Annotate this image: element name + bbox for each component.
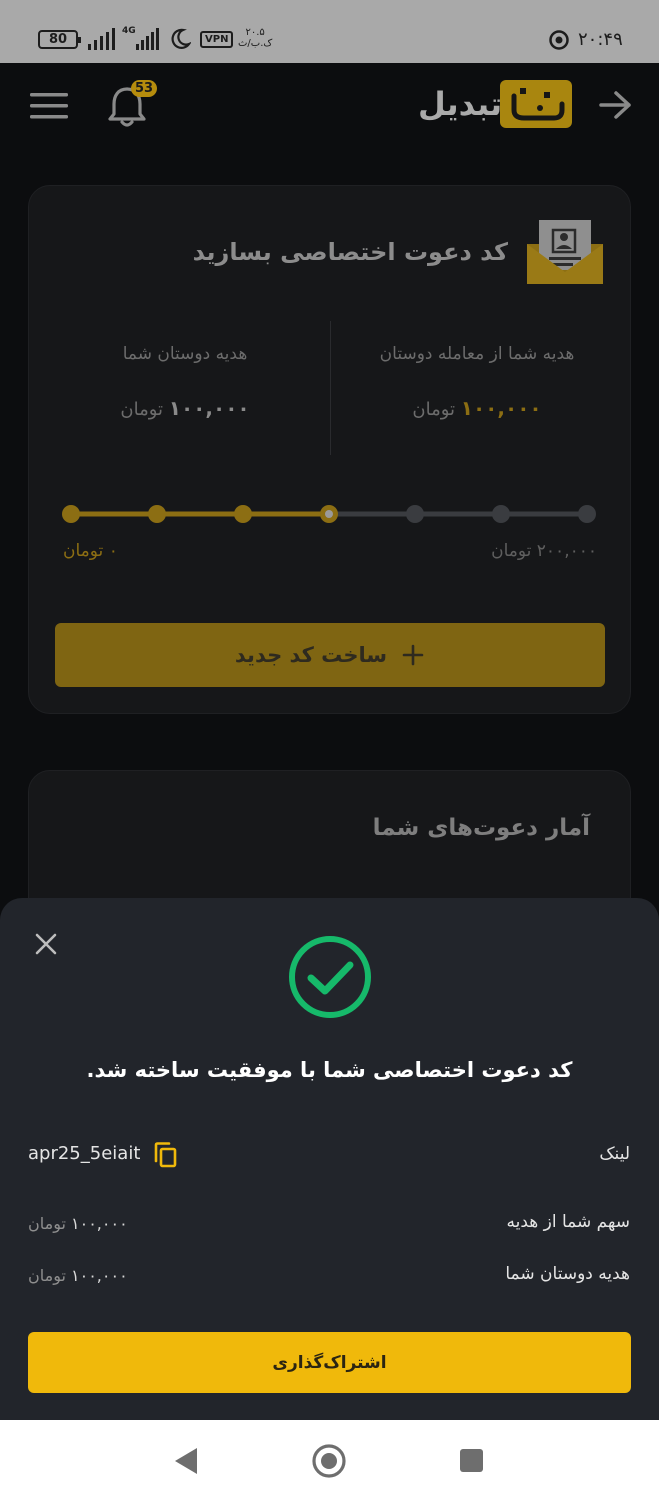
link-label: لینک bbox=[599, 1144, 630, 1164]
envelope-icon bbox=[527, 220, 603, 284]
check-circle-icon bbox=[289, 936, 371, 1018]
reward-progress-bar bbox=[62, 505, 596, 523]
your-gift-value: ۱۰۰,۰۰۰ تومان bbox=[347, 396, 607, 420]
progress-step-dot bbox=[578, 505, 596, 523]
currency-label: تومان bbox=[28, 1214, 66, 1233]
share-of-gift-value: ۱۰۰,۰۰۰ تومان bbox=[28, 1214, 128, 1233]
invite-code-card: کد دعوت اختصاصی بسازید هدیه شما از معامل… bbox=[28, 185, 631, 714]
app-header: 53 تبدیل bbox=[0, 63, 659, 153]
progress-step-dot bbox=[492, 505, 510, 523]
progress-step-dot bbox=[62, 505, 80, 523]
nav-back-icon[interactable] bbox=[173, 1446, 199, 1476]
currency-label: تومان bbox=[120, 399, 164, 420]
friends-gift-label: هدیه دوستان شما bbox=[122, 344, 248, 364]
speed-unit: ک.ب/ث bbox=[238, 38, 273, 49]
stats-title: آمار دعوت‌های شما bbox=[372, 815, 590, 841]
status-bar: 80 4G VPN ۲۰.۵ ک.ب/ث ۲۰:۴۹ bbox=[0, 0, 659, 63]
close-icon[interactable] bbox=[33, 931, 59, 957]
copy-icon[interactable] bbox=[152, 1141, 178, 1169]
your-gift-amount: ۱۰۰,۰۰۰ bbox=[460, 396, 542, 420]
network-speed: ۲۰.۵ ک.ب/ث bbox=[238, 27, 272, 49]
invite-code-value[interactable]: apr25_5eiait bbox=[28, 1143, 140, 1164]
currency-label: تومان bbox=[412, 399, 456, 420]
battery-indicator: 80 bbox=[38, 30, 81, 49]
your-gift-label: هدیه شما از معامله دوستان bbox=[379, 344, 575, 364]
plus-icon bbox=[402, 644, 424, 666]
share-of-gift-amount: ۱۰۰,۰۰۰ bbox=[71, 1214, 128, 1233]
signal-icon bbox=[88, 28, 115, 50]
sheet-title: کد دعوت اختصاصی شما با موفقیت ساخته شد. bbox=[86, 1058, 573, 1082]
moon-icon bbox=[171, 28, 191, 49]
share-button[interactable]: اشتراک‌گذاری bbox=[28, 1332, 631, 1393]
friends-gift-value: ۱۰۰,۰۰۰ تومان bbox=[55, 396, 315, 420]
nav-home-icon[interactable] bbox=[311, 1443, 347, 1479]
network-type: 4G bbox=[122, 26, 136, 36]
share-of-gift-label: سهم شما از هدیه bbox=[506, 1212, 630, 1232]
clock: ۲۰:۴۹ bbox=[578, 29, 623, 50]
speed-value: ۲۰.۵ bbox=[245, 27, 265, 38]
new-code-button[interactable]: ساخت کد جدید bbox=[55, 623, 605, 687]
friends-gift-row-value: ۱۰۰,۰۰۰ تومان bbox=[28, 1266, 128, 1285]
menu-icon[interactable] bbox=[30, 93, 68, 119]
progress-max-label: ۲۰۰,۰۰۰ تومان bbox=[491, 541, 597, 561]
progress-min-label: ۰ تومان bbox=[63, 541, 118, 561]
nav-recents-icon[interactable] bbox=[459, 1448, 484, 1473]
signal-icon-2 bbox=[136, 28, 159, 50]
back-arrow-icon[interactable] bbox=[597, 90, 633, 120]
progress-step-dot bbox=[406, 505, 424, 523]
progress-step-dot bbox=[148, 505, 166, 523]
currency-label: تومان bbox=[28, 1266, 66, 1285]
card-title: کد دعوت اختصاصی بسازید bbox=[192, 238, 508, 266]
friends-gift-row-amount: ۱۰۰,۰۰۰ bbox=[71, 1266, 128, 1285]
divider bbox=[330, 321, 331, 455]
friends-gift-row-label: هدیه دوستان شما bbox=[505, 1264, 630, 1284]
success-bottom-sheet: کد دعوت اختصاصی شما با موفقیت ساخته شد. … bbox=[0, 898, 659, 1420]
app-logo-icon bbox=[500, 80, 572, 128]
progress-step-dot bbox=[234, 505, 252, 523]
friends-gift-amount: ۱۰۰,۰۰۰ bbox=[168, 396, 250, 420]
progress-current-marker bbox=[325, 510, 333, 518]
app-logo-text: تبدیل bbox=[418, 85, 503, 123]
system-nav-bar bbox=[0, 1420, 659, 1500]
vpn-indicator: VPN bbox=[200, 31, 234, 48]
notification-badge: 53 bbox=[131, 80, 158, 97]
chrome-icon bbox=[549, 30, 569, 50]
new-code-label: ساخت کد جدید bbox=[234, 643, 388, 667]
